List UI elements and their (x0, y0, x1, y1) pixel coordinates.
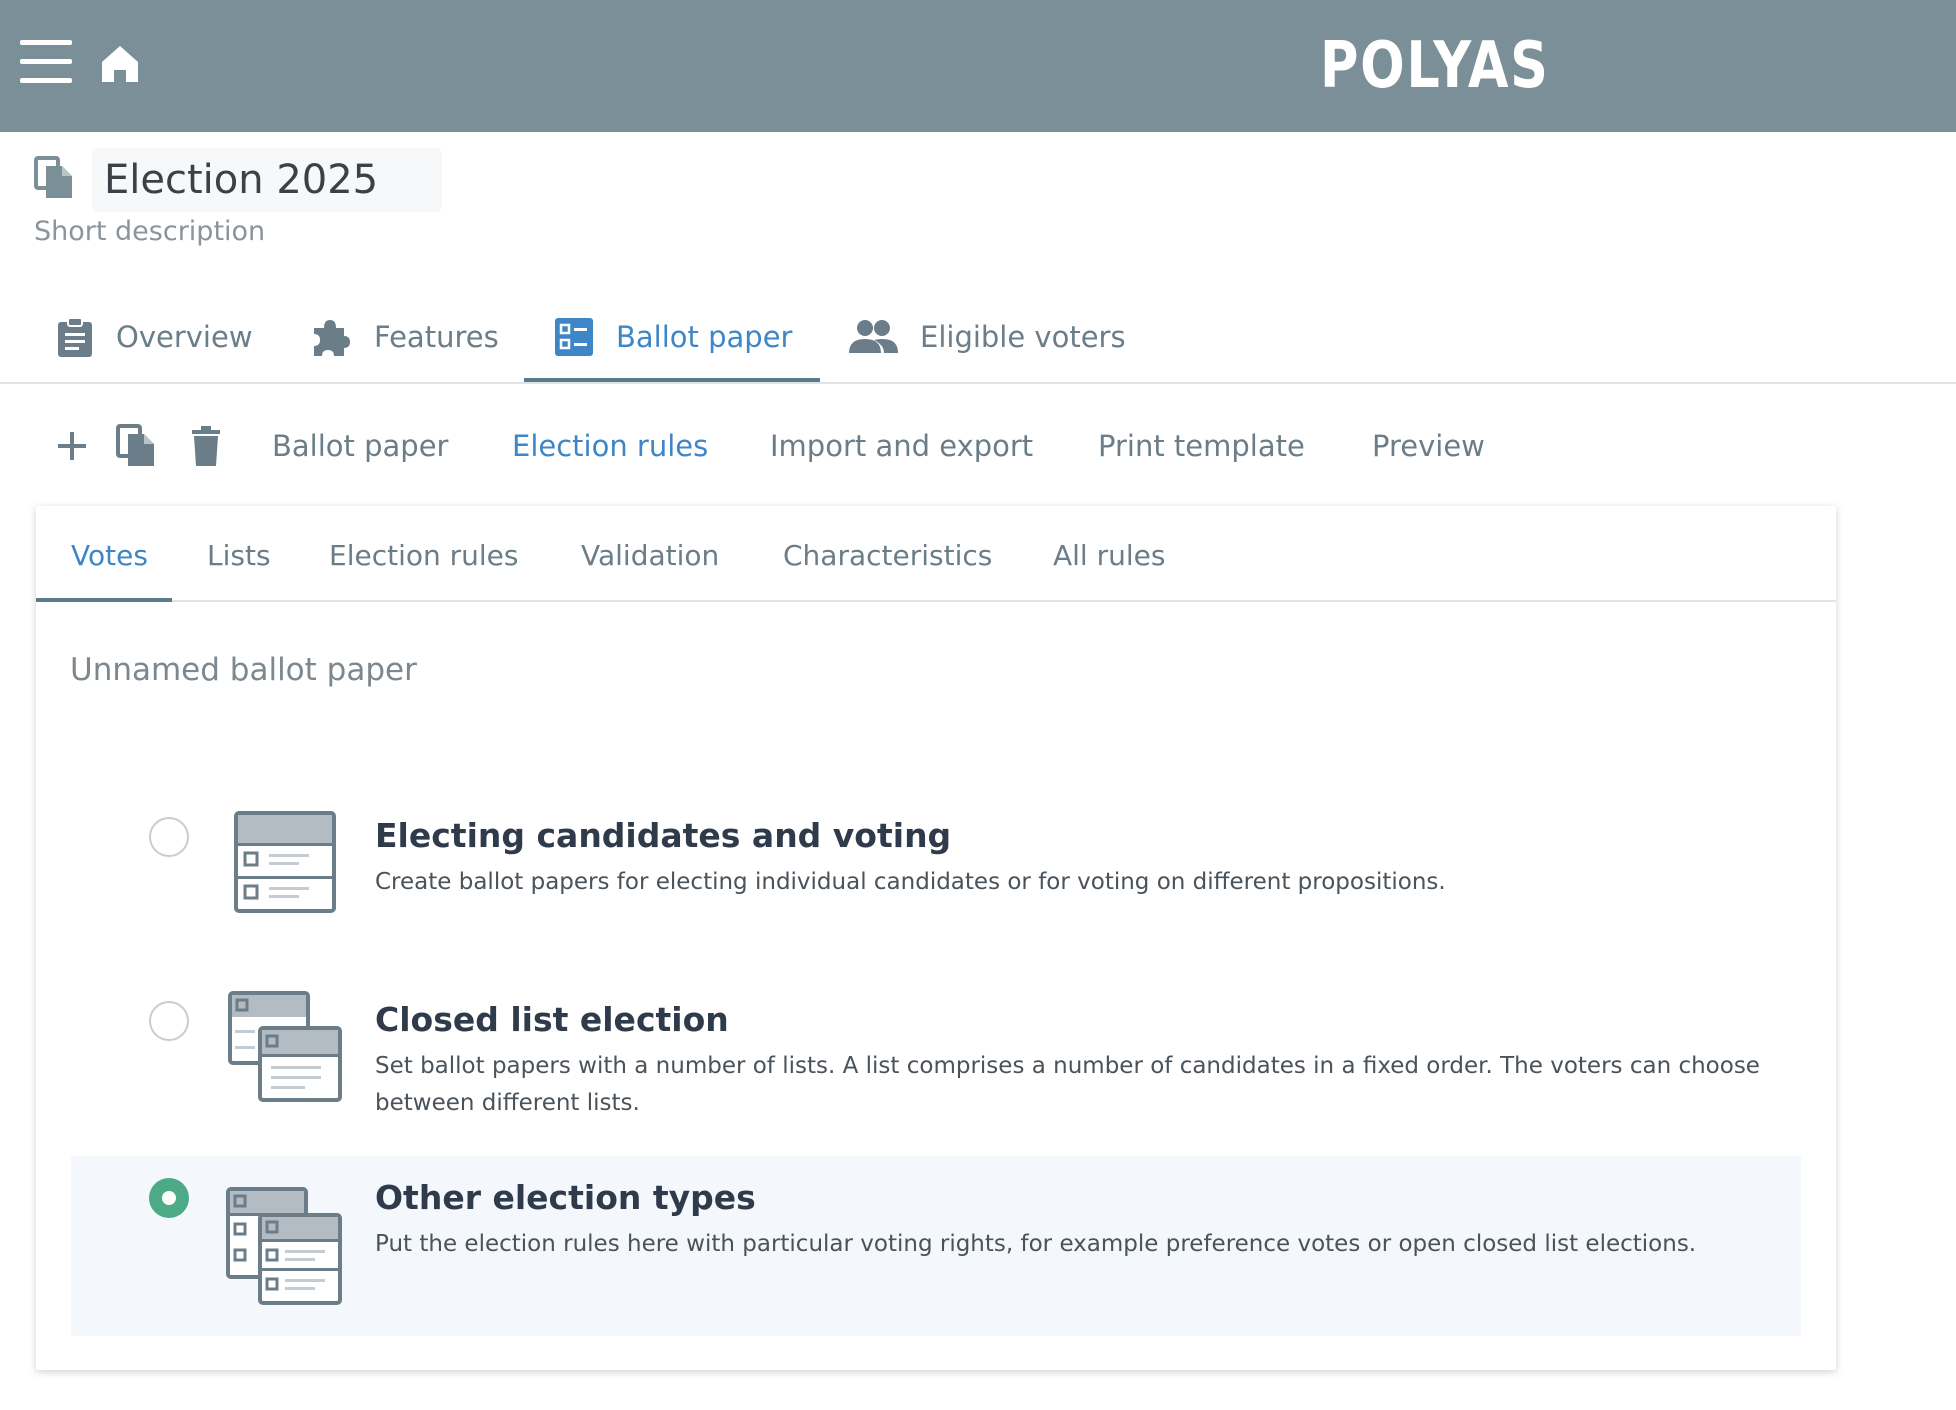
election-rules-card: Votes Lists Election rules Validation Ch… (36, 506, 1836, 1370)
tab-eligible-voters[interactable]: Eligible voters (848, 290, 1126, 384)
tab-ballot-paper-label: Ballot paper (616, 320, 793, 354)
hamburger-menu-icon[interactable] (20, 38, 72, 86)
radio-other-election-types[interactable] (149, 1178, 189, 1218)
tab-features-label: Features (374, 320, 499, 354)
tab-eligible-voters-label: Eligible voters (920, 320, 1126, 354)
ballot-list-icon (555, 318, 593, 356)
option-description: Create ballot papers for electing indivi… (375, 869, 1446, 895)
tab-overview-label: Overview (116, 320, 253, 354)
option-title: Closed list election (375, 1000, 729, 1039)
option-closed-list[interactable]: Closed list election Set ballot papers w… (71, 980, 1801, 1160)
option-title: Electing candidates and voting (375, 816, 952, 855)
subnav-preview[interactable]: Preview (1372, 424, 1485, 468)
top-bar: POLYAS (0, 0, 1956, 132)
copy-icon[interactable] (114, 424, 158, 468)
tab-lists[interactable]: Lists (207, 534, 271, 578)
option-description: Set ballot papers with a number of lists… (375, 1053, 1760, 1116)
tab-all-rules[interactable]: All rules (1053, 534, 1165, 578)
clipboard-icon (58, 317, 92, 357)
radio-closed-list[interactable] (149, 1001, 189, 1041)
active-tab-indicator (524, 378, 820, 382)
subnav-ballot-paper[interactable]: Ballot paper (272, 424, 448, 468)
multi-ballot-icon (226, 1187, 342, 1305)
document-icon (34, 156, 74, 200)
delete-icon[interactable] (184, 424, 228, 468)
people-icon (849, 320, 898, 353)
tab-overview[interactable]: Overview (56, 290, 253, 384)
election-description[interactable]: Short description (34, 216, 265, 247)
puzzle-icon (314, 320, 350, 356)
option-description: Put the election rules here with particu… (375, 1231, 1697, 1257)
subnav-import-export[interactable]: Import and export (770, 424, 1033, 468)
option-title: Other election types (375, 1178, 756, 1217)
list-ballot-icon (228, 991, 342, 1102)
brand-logo: POLYAS (1320, 29, 1550, 103)
tab-election-rules[interactable]: Election rules (329, 534, 518, 578)
radio-electing-candidates[interactable] (149, 817, 189, 857)
tab-validation[interactable]: Validation (581, 534, 719, 578)
option-electing-candidates[interactable]: Electing candidates and voting Create ba… (71, 796, 1801, 966)
single-ballot-icon (234, 811, 336, 913)
ballot-toolbar: Ballot paper Election rules Import and e… (0, 410, 1956, 482)
card-active-tab-indicator (36, 598, 172, 602)
subnav-election-rules[interactable]: Election rules (512, 424, 708, 468)
home-icon[interactable] (98, 42, 142, 86)
tab-votes[interactable]: Votes (71, 534, 148, 578)
option-other-election-types[interactable]: Other election types Put the election ru… (71, 1156, 1801, 1336)
main-tabs: Overview Features Ballot paper Eligible … (0, 290, 1956, 384)
tab-characteristics[interactable]: Characteristics (783, 534, 992, 578)
tab-ballot-paper[interactable]: Ballot paper (554, 290, 792, 384)
add-icon[interactable] (50, 424, 94, 468)
tab-features[interactable]: Features (310, 290, 499, 384)
ballot-paper-name[interactable]: Unnamed ballot paper (70, 652, 417, 688)
subnav-print-template[interactable]: Print template (1098, 424, 1305, 468)
election-title[interactable]: Election 2025 (92, 148, 442, 212)
card-tabs: Votes Lists Election rules Validation Ch… (36, 506, 1836, 602)
